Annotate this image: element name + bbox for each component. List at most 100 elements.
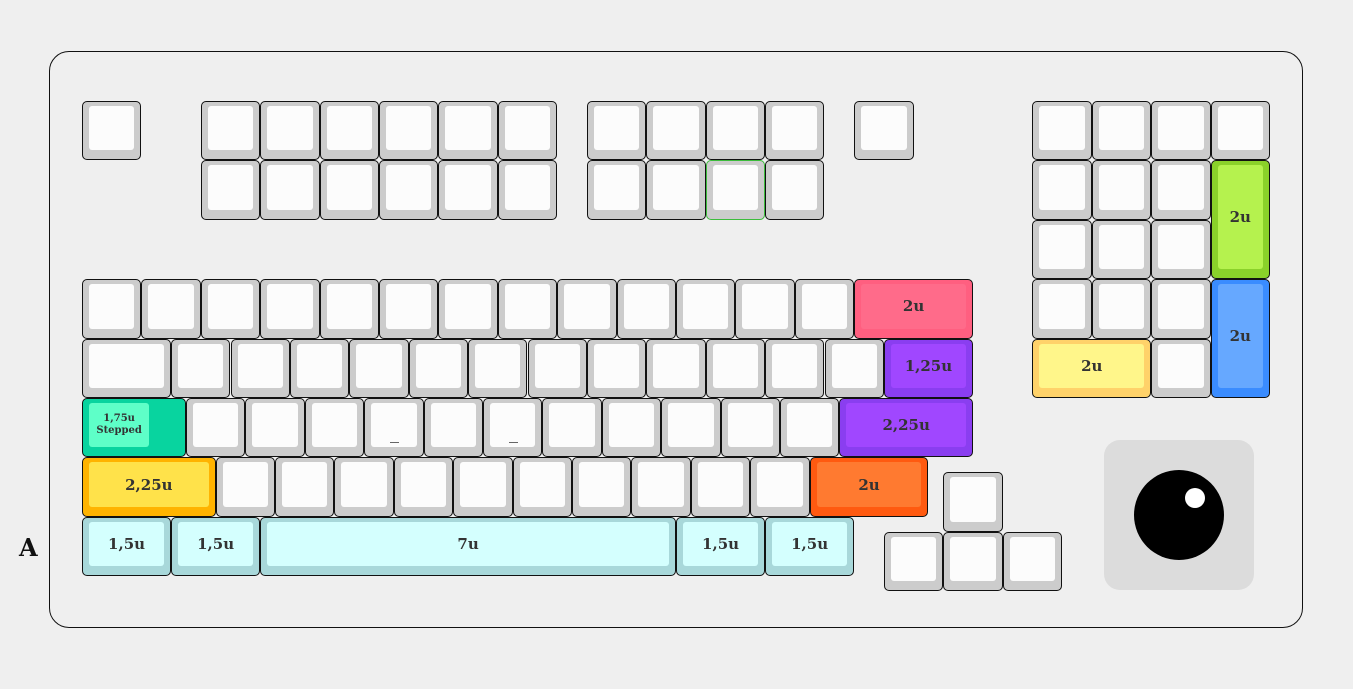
- key-lalt[interactable]: 1,5u: [171, 516, 261, 577]
- key[interactable]: [1151, 160, 1211, 220]
- key-lshift[interactable]: 2,25u: [82, 457, 216, 517]
- key[interactable]: [1002, 531, 1063, 592]
- key[interactable]: [260, 160, 320, 220]
- key[interactable]: [705, 338, 766, 398]
- key[interactable]: [453, 457, 513, 517]
- key[interactable]: [200, 101, 261, 161]
- key[interactable]: [646, 160, 706, 220]
- key[interactable]: [1151, 338, 1211, 398]
- key-ralt[interactable]: 1,5u: [676, 516, 766, 577]
- key[interactable]: [616, 279, 676, 339]
- key[interactable]: [349, 338, 409, 398]
- key-rshift[interactable]: 2u: [809, 457, 929, 517]
- key[interactable]: [1210, 101, 1270, 161]
- key[interactable]: [572, 457, 632, 517]
- key[interactable]: [1091, 101, 1152, 161]
- key[interactable]: [794, 279, 855, 339]
- key-backslash[interactable]: 1,25u: [883, 338, 973, 398]
- key[interactable]: [542, 398, 602, 458]
- key-num0[interactable]: 2u: [1032, 338, 1152, 398]
- key[interactable]: [438, 101, 498, 161]
- key[interactable]: [260, 279, 320, 339]
- key[interactable]: [750, 457, 810, 517]
- key-numenter[interactable]: 2u: [1210, 279, 1270, 398]
- key[interactable]: [601, 398, 662, 458]
- key[interactable]: [1032, 160, 1092, 220]
- key[interactable]: [364, 398, 424, 458]
- key[interactable]: [260, 101, 320, 161]
- key[interactable]: [230, 338, 290, 398]
- key-rctrl[interactable]: 1,5u: [765, 516, 855, 577]
- key[interactable]: [1151, 279, 1211, 339]
- key[interactable]: [883, 531, 944, 592]
- key[interactable]: [676, 279, 736, 339]
- key[interactable]: [319, 279, 379, 339]
- key[interactable]: [319, 160, 379, 220]
- key[interactable]: [646, 338, 706, 398]
- key[interactable]: [1032, 219, 1092, 280]
- key[interactable]: [438, 279, 498, 339]
- key[interactable]: [438, 160, 498, 220]
- key-space[interactable]: 7u: [260, 516, 676, 577]
- key-backspace[interactable]: 2u: [854, 279, 973, 339]
- key[interactable]: [275, 457, 335, 517]
- key[interactable]: [215, 457, 276, 517]
- key[interactable]: [943, 531, 1003, 592]
- key[interactable]: [200, 279, 261, 339]
- key[interactable]: [720, 398, 780, 458]
- key[interactable]: [705, 101, 766, 161]
- trackball[interactable]: [1104, 440, 1254, 590]
- key[interactable]: [185, 398, 246, 458]
- key[interactable]: [245, 398, 305, 458]
- key[interactable]: [393, 457, 454, 517]
- key[interactable]: [497, 160, 558, 220]
- key[interactable]: [943, 472, 1003, 532]
- key[interactable]: [82, 101, 142, 161]
- key[interactable]: [408, 338, 469, 398]
- key[interactable]: [289, 338, 350, 398]
- key[interactable]: [1091, 279, 1152, 339]
- key[interactable]: [557, 279, 617, 339]
- key[interactable]: [334, 457, 394, 517]
- key[interactable]: [141, 279, 201, 339]
- key[interactable]: [468, 338, 528, 398]
- key[interactable]: [497, 101, 558, 161]
- key-lctrl[interactable]: 1,5u: [82, 516, 172, 577]
- key[interactable]: [1091, 160, 1152, 220]
- key-numplus[interactable]: 2u: [1210, 160, 1270, 280]
- key[interactable]: [379, 101, 439, 161]
- key[interactable]: [661, 398, 721, 458]
- key[interactable]: [1091, 219, 1152, 280]
- key[interactable]: [705, 160, 766, 220]
- trackball-ball[interactable]: [1134, 470, 1224, 560]
- key[interactable]: [200, 160, 261, 220]
- key[interactable]: [82, 279, 142, 339]
- key[interactable]: [423, 398, 483, 458]
- key-enter[interactable]: 2,25u: [839, 398, 973, 458]
- key[interactable]: [512, 457, 573, 517]
- key[interactable]: [82, 338, 172, 398]
- key[interactable]: [765, 101, 825, 161]
- key[interactable]: [631, 457, 691, 517]
- key[interactable]: [304, 398, 365, 458]
- key[interactable]: [527, 338, 587, 398]
- key[interactable]: [1032, 279, 1092, 339]
- key[interactable]: [586, 338, 647, 398]
- key[interactable]: [765, 338, 825, 398]
- key[interactable]: [586, 101, 647, 161]
- key[interactable]: [735, 279, 795, 339]
- key[interactable]: [1151, 219, 1211, 280]
- key-caps[interactable]: 1,75u Stepped: [82, 398, 186, 458]
- key[interactable]: [1151, 101, 1211, 161]
- key[interactable]: [379, 279, 439, 339]
- key[interactable]: [1032, 101, 1092, 161]
- key[interactable]: [497, 279, 558, 339]
- key[interactable]: [379, 160, 439, 220]
- key[interactable]: [586, 160, 647, 220]
- key[interactable]: [482, 398, 543, 458]
- key[interactable]: [824, 338, 884, 398]
- key[interactable]: [171, 338, 231, 398]
- key[interactable]: [779, 398, 840, 458]
- key[interactable]: [765, 160, 825, 220]
- key[interactable]: [854, 101, 914, 161]
